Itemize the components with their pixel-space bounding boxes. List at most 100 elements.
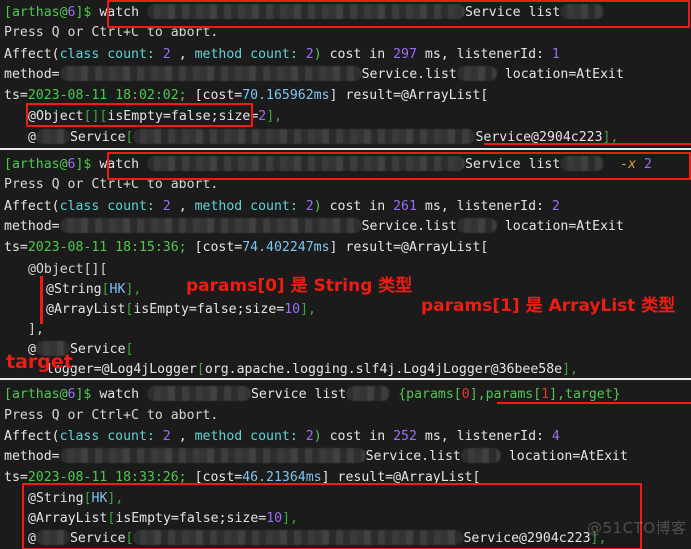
arraylist-size-3: 10: [266, 511, 283, 526]
affect-close-2: ): [313, 199, 322, 214]
affect-method-count-1: 2: [305, 47, 314, 62]
affect-prefix-1: Affect(: [4, 47, 60, 62]
affect-sep-2: ,: [170, 199, 195, 214]
affect-class-count-2: 2: [162, 199, 171, 214]
command-watch-2[interactable]: watch: [99, 157, 139, 172]
logger-name-2: @Log4jLogger: [101, 362, 197, 377]
cost-ms-2: 74.402247ms: [242, 240, 330, 255]
cost-ms-1: 70.165962ms: [242, 88, 330, 103]
service-open-2: [: [125, 342, 134, 357]
cost-unit-2: ms,: [416, 199, 457, 214]
affect-close-3: ): [313, 429, 322, 444]
listener-label-3: listenerId:: [456, 429, 552, 444]
method-label-1: method=: [4, 67, 60, 82]
location-3: location=AtExit: [508, 449, 628, 464]
prompt-tail-3: ]$: [75, 387, 92, 402]
redacted-service-pkg-3: [35, 530, 70, 545]
ts-label-2: ts=: [4, 240, 28, 255]
result-arraylist-line-2: @ArrayList[isEmpty=false;size=10],: [46, 300, 316, 320]
ts-value-1: 2023-08-11 18:02:02;: [27, 88, 187, 103]
method-name-2: Service.list: [361, 219, 457, 234]
annot-bar-params-2: [40, 276, 43, 324]
ts-label-3: ts=: [4, 470, 28, 485]
redacted-method-tail-3: [460, 448, 501, 463]
terminal-screenshot: [arthas@6]$ watch Service list Press Q o…: [0, 0, 691, 549]
redacted-classname-1: [146, 4, 465, 19]
redacted-service-body-3: [133, 530, 464, 545]
affect-line-2: Affect(class count: 2 , method count: 2)…: [4, 197, 560, 217]
annot-target-label: target: [6, 351, 73, 373]
command-target-1: Service list: [464, 5, 561, 20]
redacted-method-suffix-1: [560, 4, 605, 19]
redacted-service-body-1: [133, 129, 476, 144]
string-close-2: ],: [125, 282, 142, 297]
prompt-tail-2: ]$: [75, 157, 92, 172]
cost-unit-1: ms,: [416, 47, 457, 62]
object-close-1: ],: [266, 109, 283, 124]
string-close-3: ],: [107, 491, 124, 506]
result-object-line-1: @Object[][isEmpty=false;size=2],: [28, 107, 282, 127]
cost-label-3: cost in: [321, 429, 394, 444]
string-value-3: HK: [91, 491, 108, 506]
affect-line-3: Affect(class count: 2 , method count: 2)…: [4, 427, 560, 447]
cost-unit-3: ms,: [416, 429, 457, 444]
arraylist-close-3: ],: [282, 511, 298, 526]
annot-underline-service-ref-1: [484, 143, 691, 145]
method-name-1: Service.list: [361, 67, 457, 82]
prompt-user: [arthas@: [4, 5, 68, 20]
annot-underline-express-3: [497, 402, 691, 404]
cost-close-1: ]: [329, 88, 338, 103]
object-brackets-1: [][: [83, 109, 108, 124]
ts-line-2: ts=2023-08-11 18:15:36; [cost=74.402247m…: [4, 238, 488, 258]
affect-prefix-3: Affect(: [4, 429, 60, 444]
affect-sep-1: ,: [170, 47, 195, 62]
cost-close-2: ]: [329, 240, 338, 255]
method-label-3: method=: [4, 449, 60, 464]
result-label-3: result=@ArrayList[: [329, 470, 481, 485]
affect-class-label-3: class count:: [59, 429, 163, 444]
prompt-user-3: [arthas@: [4, 387, 68, 402]
affect-method-count-3: 2: [305, 429, 314, 444]
object-props-1: isEmpty=false;size=: [107, 109, 259, 124]
redacted-package-1: [59, 66, 362, 81]
terminal-block-2: [arthas@6]$ watch Service list -x 2 Pres…: [0, 150, 691, 378]
prompt-line-2: [arthas@6]$ watch Service list -x 2: [4, 155, 652, 175]
listener-id-1: 1: [551, 47, 560, 62]
string-value-2: HK: [109, 282, 126, 297]
cost-value-3: 252: [393, 429, 417, 444]
abort-hint-3: Press Q or Ctrl+C to abort.: [4, 408, 219, 423]
service-name-3: Service: [69, 531, 126, 546]
listener-id-2: 2: [551, 199, 560, 214]
express-3: {params[0],params[1],target}: [398, 387, 621, 402]
cost-ms-3: 46.21364ms: [242, 470, 322, 485]
command-watch-3[interactable]: watch: [99, 387, 139, 402]
listener-id-3: 4: [551, 429, 560, 444]
method-line-2: method= Service.list location=AtExit: [4, 217, 624, 237]
string-open-3: [: [83, 491, 92, 506]
affect-class-count-3: 2: [162, 429, 171, 444]
abort-hint-2: Press Q or Ctrl+C to abort.: [4, 177, 219, 192]
arraylist-size-2: 10: [284, 302, 301, 317]
result-string-line-3: @String[HK],: [28, 489, 123, 509]
affect-close-1: ): [313, 47, 322, 62]
cost-value-1: 297: [393, 47, 417, 62]
service-prefix-3: @: [28, 531, 36, 546]
prompt-user-2: [arthas@: [4, 157, 68, 172]
affect-prefix-2: Affect(: [4, 199, 60, 214]
arraylist-close-2: ],: [300, 302, 316, 317]
result-label-1: result=@ArrayList[: [337, 88, 489, 103]
block-separator-2: [0, 378, 691, 380]
method-line-3: method= Service.list location=AtExit: [4, 447, 628, 467]
cost-open-1: [cost=: [186, 88, 243, 103]
result-logger-line-2: logger=@Log4jLogger[org.apache.logging.s…: [46, 360, 578, 380]
redacted-method-tail-2: [456, 218, 497, 233]
arraylist-props-3: isEmpty=false;size=: [115, 511, 267, 526]
redacted-method-suffix-2: [560, 156, 605, 171]
watermark: @51CTO博客: [587, 519, 687, 537]
cost-label-2: cost in: [321, 199, 394, 214]
listener-label-1: listenerId:: [456, 47, 552, 62]
affect-sep-3: ,: [170, 429, 195, 444]
result-label-2: result=@ArrayList[: [337, 240, 489, 255]
command-watch-1[interactable]: watch: [99, 5, 139, 20]
listener-label-2: listenerId:: [456, 199, 552, 214]
